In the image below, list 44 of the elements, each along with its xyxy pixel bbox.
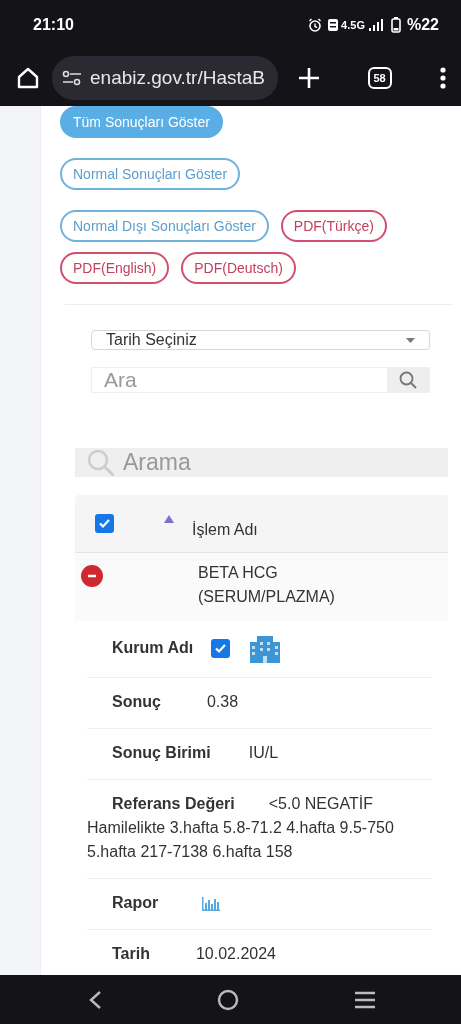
signal-icon [368, 19, 383, 31]
building-icon [248, 633, 283, 663]
bar-chart-icon[interactable] [202, 895, 221, 911]
detail-text: Sonuç 0.38 [87, 678, 432, 729]
search-icon [87, 448, 115, 477]
site-settings-icon[interactable] [62, 70, 82, 86]
battery-icon [390, 17, 401, 33]
filter-button[interactable]: Normal Dışı Sonuçları Göster [60, 210, 269, 242]
back-icon[interactable] [88, 989, 102, 1010]
filter-button[interactable]: Normal Sonuçları Göster [60, 158, 241, 190]
table-row[interactable]: BETA HCG (SERUM/PLAZMA) [75, 553, 448, 621]
pdf-button[interactable]: PDF(Deutsch) [181, 252, 296, 284]
volte-icon [328, 19, 339, 31]
url-text: enabiz.gov.tr/HastaB [90, 67, 265, 89]
detail-text: Sonuç Birimi IU/L [87, 729, 432, 780]
home-icon[interactable] [217, 988, 239, 1011]
address-bar[interactable]: enabiz.gov.tr/HastaB [52, 56, 278, 100]
detail-text: Referans Değeri <5.0 NEGATİF Hamilelikte 3.hafta 5.8-71.2 4.hafta 9.5-750 5.hafta 217-7138 6.hafta 158 [87, 780, 432, 879]
date-select[interactable]: Tarih Seçiniz [91, 330, 430, 350]
search-button[interactable] [387, 368, 429, 392]
checkmark-icon [98, 517, 111, 530]
pdf-button[interactable]: PDF(Türkçe) [280, 210, 387, 242]
pdf-button[interactable]: PDF(English) [60, 252, 170, 284]
battery-percent: %22 [406, 16, 439, 34]
alarm-icon [308, 18, 323, 32]
plus-icon[interactable] [298, 67, 320, 89]
search-box[interactable]: Ara [91, 367, 430, 393]
search-icon [399, 371, 417, 389]
network-type: 4.5G [341, 19, 365, 31]
clock-time: 21:10 [33, 16, 74, 34]
collapse-icon[interactable] [81, 565, 103, 587]
menu-icon[interactable] [439, 66, 447, 90]
column-header[interactable]: İşlem Adı [192, 520, 258, 539]
checkbox[interactable] [211, 638, 231, 658]
caret-icon [406, 337, 415, 343]
table-search-bar[interactable]: Arama [75, 448, 448, 477]
test-name: BETA HCG (SERUM/PLAZMA) [198, 563, 336, 607]
detail-label: Kurum Adı [112, 638, 194, 658]
recent-apps-icon[interactable] [354, 990, 376, 1009]
sort-icon[interactable] [164, 514, 174, 523]
tab-count[interactable]: 58 [367, 67, 392, 89]
checkbox[interactable] [95, 514, 114, 533]
detail-label: Rapor [112, 893, 159, 913]
table-search-field[interactable]: Arama [121, 448, 436, 477]
